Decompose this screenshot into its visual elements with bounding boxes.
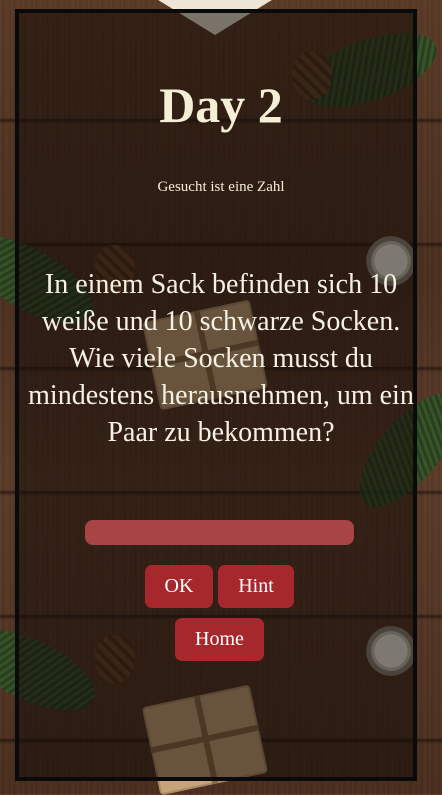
puzzle-subtitle: Gesucht ist eine Zahl: [157, 179, 285, 195]
puzzle-question: In einem Sack befinden sich 10 weiße und…: [28, 269, 414, 448]
answer-input[interactable]: [85, 520, 354, 545]
ok-button[interactable]: OK: [145, 565, 213, 608]
page-title: Day 2: [159, 77, 283, 133]
hint-button[interactable]: Hint: [218, 565, 294, 608]
home-button[interactable]: Home: [175, 618, 264, 661]
